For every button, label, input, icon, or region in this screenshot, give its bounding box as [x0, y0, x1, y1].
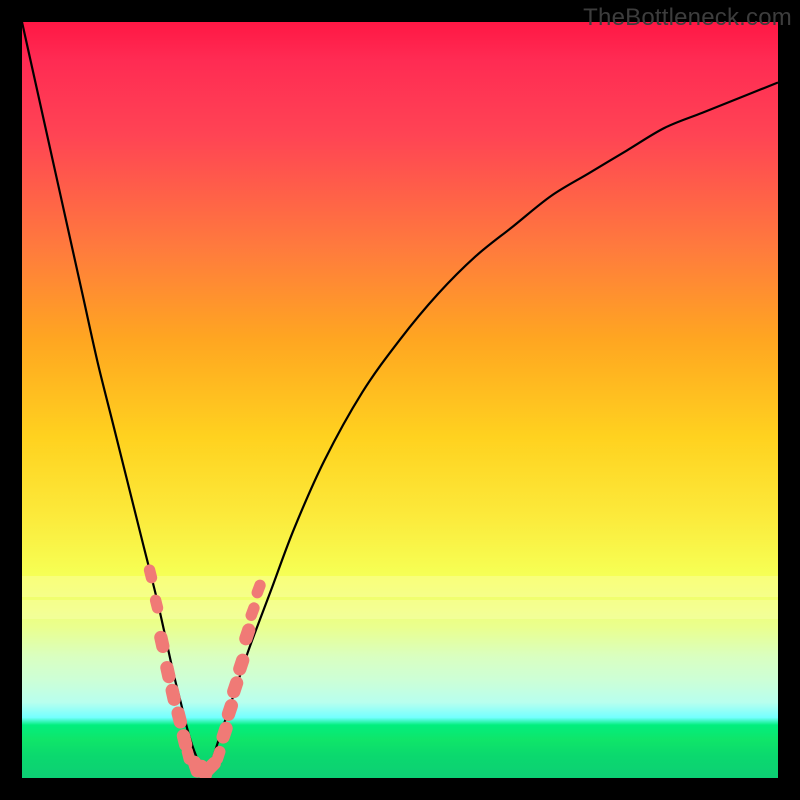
data-marker — [225, 675, 245, 700]
data-marker — [220, 697, 240, 722]
chart-frame: TheBottleneck.com — [0, 0, 800, 800]
plot-area — [22, 22, 778, 778]
data-marker — [250, 578, 267, 600]
data-marker — [164, 682, 182, 707]
data-marker — [143, 563, 159, 584]
bottleneck-curve — [22, 22, 778, 771]
chart-svg — [22, 22, 778, 778]
watermark-label: TheBottleneck.com — [583, 4, 792, 32]
data-marker — [231, 652, 251, 677]
data-markers — [143, 563, 268, 778]
data-marker — [149, 593, 165, 614]
data-marker — [237, 622, 257, 647]
data-marker — [244, 601, 261, 623]
